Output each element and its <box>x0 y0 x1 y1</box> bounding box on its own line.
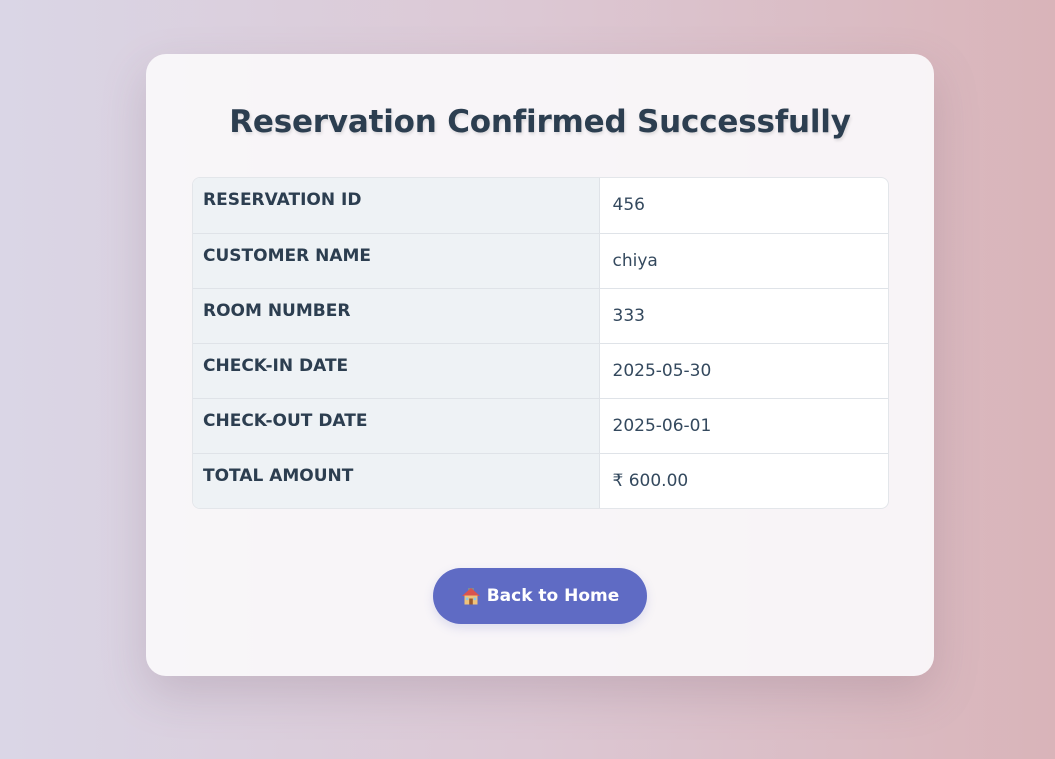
house-icon <box>461 586 481 606</box>
total-amount-value: ₹ 600.00 <box>599 452 888 508</box>
table-row: ROOM NUMBER 333 <box>193 287 888 343</box>
back-to-home-label: Back to Home <box>486 586 620 606</box>
customer-name-label: CUSTOMER NAME <box>193 232 600 288</box>
room-number-value: 333 <box>599 287 888 343</box>
check-in-date-value: 2025-05-30 <box>599 342 888 398</box>
reservation-id-label: RESERVATION ID <box>193 178 600 233</box>
reservation-details-table: RESERVATION ID 456 CUSTOMER NAME chiya R… <box>192 177 889 509</box>
check-out-date-value: 2025-06-01 <box>599 397 888 453</box>
table-row: TOTAL AMOUNT ₹ 600.00 <box>193 452 888 508</box>
check-in-date-label: CHECK-IN DATE <box>193 342 600 398</box>
check-out-date-label: CHECK-OUT DATE <box>193 397 600 453</box>
table-row: CHECK-IN DATE 2025-05-30 <box>193 342 888 398</box>
room-number-label: ROOM NUMBER <box>193 287 600 343</box>
total-amount-label: TOTAL AMOUNT <box>193 452 600 508</box>
table-row: RESERVATION ID 456 <box>193 178 888 233</box>
reservation-id-value: 456 <box>612 195 645 216</box>
customer-name-value: chiya <box>599 232 888 288</box>
table-row: CHECK-OUT DATE 2025-06-01 <box>193 397 888 453</box>
confirmation-card: Reservation Confirmed Successfully RESER… <box>146 54 934 676</box>
table-row: CUSTOMER NAME chiya <box>193 232 888 288</box>
back-to-home-button[interactable]: Back to Home <box>433 568 647 624</box>
page-title: Reservation Confirmed Successfully <box>229 104 851 140</box>
